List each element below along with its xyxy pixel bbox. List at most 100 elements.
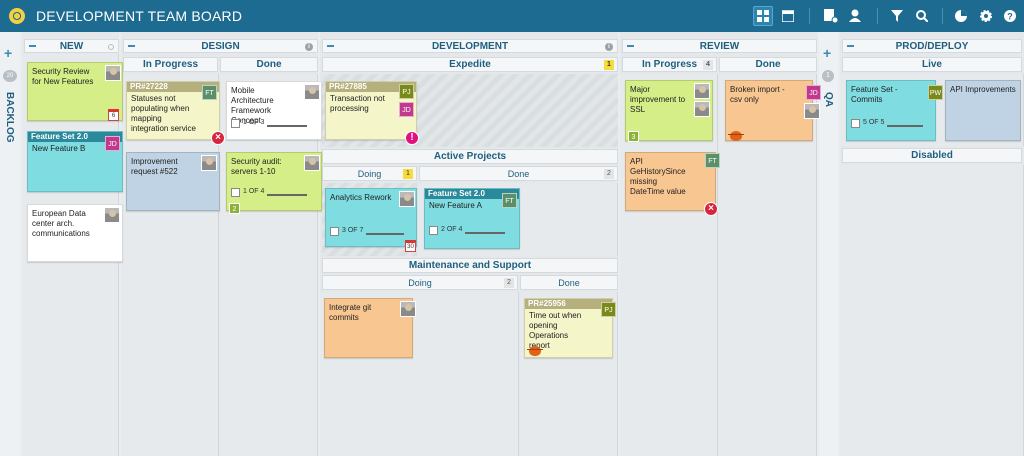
add-user-icon[interactable] <box>846 6 866 26</box>
lane-header-maintenance[interactable]: Maintenance and Support <box>322 258 618 273</box>
user-badge[interactable]: FT <box>502 193 517 208</box>
card-title: API GeHistorySince missing DateTime valu… <box>630 157 686 196</box>
avatar[interactable] <box>694 83 710 99</box>
avatar[interactable] <box>304 155 320 171</box>
backlog-count: 20 <box>3 70 17 82</box>
help-icon[interactable]: ? <box>1000 6 1020 26</box>
collapse-icon[interactable] <box>847 45 854 47</box>
add-qa-icon[interactable]: + <box>823 46 831 60</box>
card[interactable]: PR#25956 Time out when opening Operation… <box>524 298 616 358</box>
toolbar-divider <box>877 8 878 24</box>
card[interactable]: Improvement request #522 <box>126 152 220 211</box>
collapse-icon[interactable] <box>29 45 36 47</box>
qa-label[interactable]: QA <box>823 92 834 107</box>
lane-header-active-projects[interactable]: Active Projects <box>322 149 618 164</box>
gear-icon[interactable] <box>976 6 996 26</box>
user-badge[interactable]: FT <box>705 153 720 168</box>
avatar[interactable] <box>400 301 416 317</box>
add-card-icon[interactable] <box>821 6 841 26</box>
filter-icon[interactable] <box>887 6 907 26</box>
avatar[interactable] <box>304 84 320 100</box>
info-icon[interactable]: i <box>605 43 613 51</box>
lane-header-live[interactable]: Live <box>842 57 1022 72</box>
user-badge[interactable]: PJ <box>601 302 616 317</box>
card[interactable]: Integrate git commits <box>324 298 416 358</box>
lane-header-done[interactable]: Done 2 <box>419 166 618 181</box>
lane-header-disabled[interactable]: Disabled <box>842 148 1022 163</box>
backlog-column[interactable]: + 20 BACKLOG <box>0 32 20 456</box>
card[interactable]: Feature Set 2.0 New Feature A FT 2 OF 4 <box>424 188 520 249</box>
info-icon[interactable]: i <box>305 43 313 51</box>
card[interactable]: API GeHistorySince missing DateTime valu… <box>625 152 720 216</box>
lane-header-review-inprogress[interactable]: In Progress 4 <box>622 57 717 72</box>
lane-count: 4 <box>703 60 713 70</box>
task-progress: 1 OF 4 <box>243 188 265 195</box>
card[interactable]: Feature Set 2.0 New Feature B JD <box>27 131 123 192</box>
card[interactable]: PR#27885 Transaction not processing PJ J… <box>325 81 419 145</box>
user-badge[interactable]: JD <box>105 136 120 151</box>
lane-header-doing[interactable]: Doing 1 <box>322 166 417 181</box>
user-badge[interactable]: FT <box>202 85 217 100</box>
card-title: New Feature A <box>429 201 482 210</box>
blocked-icon[interactable]: × <box>211 131 225 145</box>
lane-header-design-done[interactable]: Done <box>220 57 318 72</box>
avatar[interactable] <box>104 207 120 223</box>
qa-column[interactable]: + 1 QA <box>819 32 838 456</box>
avatar[interactable] <box>105 65 121 81</box>
card[interactable]: Analytics Rework 3 OF 7 30 <box>325 188 417 252</box>
avatar[interactable] <box>399 191 415 207</box>
user-badge[interactable]: PW <box>928 85 943 100</box>
card[interactable]: European Data center arch. communication… <box>27 204 123 262</box>
card[interactable]: PR#27228 Statuses not populating when ma… <box>126 81 225 145</box>
calendar-icon[interactable] <box>778 6 798 26</box>
user-badge[interactable]: JD <box>399 102 414 117</box>
card-title: Analytics Rework <box>330 193 392 202</box>
board-title: DEVELOPMENT TEAM BOARD <box>36 8 243 24</box>
avatar[interactable] <box>694 101 710 117</box>
card-title: Statuses not populating when mapping int… <box>131 94 196 133</box>
lane-count: 1 <box>403 169 413 179</box>
column-header-design[interactable]: DESIGN i <box>123 39 318 53</box>
card-title: Major improvement to SSL <box>630 85 686 114</box>
tasks-checkbox-icon <box>330 227 339 236</box>
lane-header-design-inprogress[interactable]: In Progress <box>123 57 218 72</box>
blocked-icon[interactable]: × <box>704 202 718 216</box>
column-title: PROD/DEPLOY <box>895 40 969 52</box>
column-header-prod[interactable]: PROD/DEPLOY <box>842 39 1022 53</box>
user-badge[interactable]: PJ <box>399 84 414 99</box>
search-icon[interactable] <box>912 6 932 26</box>
card-header: PR#25956 <box>525 299 612 309</box>
lane-header-maint-done[interactable]: Done <box>520 275 618 290</box>
lane-header-expedite[interactable]: Expedite 1 <box>322 57 618 72</box>
card[interactable]: Major improvement to SSL 3 <box>625 80 713 142</box>
column-header-development[interactable]: DEVELOPMENT i <box>322 39 618 53</box>
info-icon[interactable] <box>108 44 114 50</box>
column-header-review[interactable]: REVIEW <box>622 39 817 53</box>
toolbar-divider <box>942 8 943 24</box>
tasks-checkbox-icon <box>429 226 438 235</box>
collapse-icon[interactable] <box>327 45 334 47</box>
priority-icon[interactable]: ! <box>405 131 419 145</box>
add-backlog-icon[interactable]: + <box>4 46 12 60</box>
card[interactable]: Mobile Architecture Framework Concept 1 … <box>226 81 322 140</box>
chart-icon[interactable] <box>951 6 971 26</box>
card[interactable]: Feature Set - Commits PW 5 OF 5 <box>846 80 943 141</box>
logo-icon <box>9 8 25 24</box>
collapse-icon[interactable] <box>627 45 634 47</box>
collapse-icon[interactable] <box>128 45 135 47</box>
avatar[interactable] <box>201 155 217 171</box>
card[interactable]: Broken import - csv only JD <box>725 80 821 141</box>
card[interactable]: Security audit: servers 1-10 1 OF 4 2 <box>226 152 322 214</box>
card[interactable]: API Improvements <box>945 80 1021 141</box>
lane-header-review-done[interactable]: Done <box>719 57 817 72</box>
progress-bar <box>267 125 307 127</box>
progress-bar <box>366 233 404 235</box>
avatar[interactable] <box>804 103 820 119</box>
lane-header-maint-doing[interactable]: Doing 2 <box>322 275 518 290</box>
board-view-icon[interactable] <box>753 6 773 26</box>
backlog-label[interactable]: BACKLOG <box>4 92 15 143</box>
column-header-new[interactable]: NEW <box>24 39 119 53</box>
lane-title: Doing <box>357 168 382 179</box>
user-badge[interactable]: JD <box>806 85 821 100</box>
card[interactable]: Security Review for New Features 6 <box>27 62 123 121</box>
